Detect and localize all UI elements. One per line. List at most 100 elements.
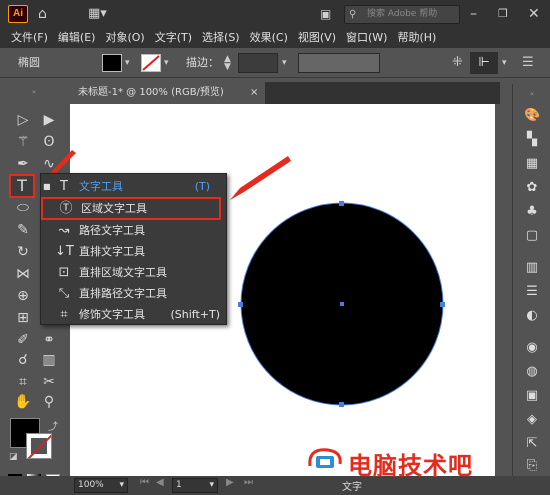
variable-width-profile[interactable] [298, 53, 380, 73]
zoom-value: 100% [78, 480, 104, 490]
help-search-input[interactable]: ⚲ 搜索 Adobe 帮助 [344, 5, 460, 24]
touch-type-shortcut: (Shift+T) [170, 308, 220, 321]
menu-help[interactable]: 帮助(H) [392, 28, 441, 48]
panel-menu-icon[interactable]: ☰ [522, 55, 534, 70]
color-guide-icon[interactable]: ▚ [524, 132, 540, 148]
arrange-documents-icon[interactable]: ▣ [320, 0, 331, 28]
touch-type-icon: ⌗ [60, 307, 68, 322]
gradient-icon[interactable]: ▥ [524, 260, 540, 276]
illustrator-logo: Ai [8, 5, 28, 23]
flyout-item-type-on-path[interactable]: ↝ 路径文字工具 [41, 220, 226, 241]
flyout-item-touch-type[interactable]: ⌗ 修饰文字工具 (Shift+T) [41, 304, 226, 325]
stroke-panel-icon[interactable]: ☰ [524, 284, 540, 300]
toolbar-grip[interactable]: » [2, 88, 66, 96]
page-field[interactable]: 1 ▾ [172, 478, 218, 493]
ellipse-tool-icon[interactable]: ⬭ [12, 198, 34, 218]
stroke-dropdown-icon[interactable]: ▾ [164, 58, 169, 68]
perspective-grid-tool-icon[interactable]: ⊞ [12, 308, 34, 328]
type-on-path-label: 路径文字工具 [79, 224, 145, 237]
stroke-weight-input[interactable] [238, 53, 278, 73]
zoom-field[interactable]: 100% ▾ [74, 478, 128, 493]
close-tab-icon[interactable]: × [250, 82, 258, 104]
menu-object[interactable]: 对象(O) [100, 28, 149, 48]
menu-select[interactable]: 选择(S) [197, 28, 245, 48]
zoom-dropdown-icon[interactable]: ▾ [119, 479, 124, 492]
restore-icon[interactable]: ❐ [498, 0, 508, 28]
close-window-icon[interactable]: ✕ [528, 0, 540, 28]
stroke-color-box[interactable] [26, 433, 52, 459]
menu-view[interactable]: 视图(V) [293, 28, 341, 48]
symbols-icon[interactable]: ♣ [524, 204, 540, 220]
flyout-item-vertical-area-type[interactable]: ⊡ 直排区域文字工具 [41, 262, 226, 283]
column-graph-tool-icon[interactable]: ▥ [38, 350, 60, 370]
graphic-styles-icon[interactable]: ▢ [524, 228, 540, 244]
menu-bar: 文件(F) 编辑(E) 对象(O) 文字(T) 选择(S) 效果(C) 视图(V… [0, 28, 550, 48]
lasso-tool-icon[interactable]: ʘ [38, 132, 60, 152]
minimize-icon[interactable]: – [470, 0, 477, 28]
layers-stack-icon[interactable]: ◍ [524, 364, 540, 380]
first-page-icon[interactable]: ⏮ [140, 477, 149, 488]
vertical-area-type-icon: ⊡ [58, 265, 70, 280]
control-bar: 椭圆 ▾ ▾ 描边： ▲ ▼ ▾ ⁜ ⊩ ▾ ☰ [0, 48, 550, 78]
color-panel-icon[interactable]: 🎨 [524, 108, 540, 124]
last-page-icon[interactable]: ⏭ [244, 477, 253, 488]
transform-icon[interactable]: ⊩ [470, 52, 498, 74]
magic-wand-tool-icon[interactable]: ⚚ [12, 132, 34, 152]
stroke-stepper-icon[interactable]: ▲ ▼ [224, 55, 231, 72]
align-icon[interactable]: ⁜ [452, 55, 463, 70]
zoom-tool-icon[interactable]: ⚲ [38, 392, 60, 412]
dock-grip[interactable]: « [521, 90, 543, 98]
document-tab-bar: 未标题-1* @ 100% (RGB/预览) × [70, 82, 500, 104]
area-type-label: 区域文字工具 [81, 202, 147, 215]
artboards-icon[interactable]: ⎘ [524, 458, 540, 474]
export-icon[interactable]: ⇱ [524, 436, 540, 452]
direct-selection-tool-icon[interactable]: ▶ [38, 110, 60, 130]
eyedropper-tool-icon[interactable]: ✐ [12, 330, 34, 350]
type-tool-label: 文字工具 [79, 180, 123, 193]
symbol-sprayer-tool-icon[interactable]: ☌ [12, 350, 34, 370]
brushes-icon[interactable]: ✿ [524, 180, 540, 196]
fill-dropdown-icon[interactable]: ▾ [125, 58, 130, 68]
transform-dropdown-icon[interactable]: ▾ [502, 58, 507, 68]
flyout-item-type-tool[interactable]: ■ T 文字工具 (T) [41, 176, 226, 197]
menu-type[interactable]: 文字(T) [150, 28, 197, 48]
layers-icon[interactable]: ◈ [524, 412, 540, 428]
curvature-tool-icon[interactable]: ∿ [38, 154, 60, 174]
transform-panel-icon[interactable]: ▣ [524, 388, 540, 404]
stroke-weight-dropdown-icon[interactable]: ▾ [282, 58, 287, 68]
home-icon[interactable]: ⌂ [38, 0, 47, 28]
workspace-layout-icon[interactable]: ▦▾ [88, 0, 107, 28]
rotate-tool-icon[interactable]: ↻ [12, 242, 34, 262]
flyout-item-vertical-type[interactable]: ↓T 直排文字工具 [41, 241, 226, 262]
shape-builder-tool-icon[interactable]: ⊕ [12, 286, 34, 306]
appearance-icon[interactable]: ◉ [524, 340, 540, 356]
swap-colors-icon[interactable]: ⤴ [48, 418, 58, 433]
pen-tool-icon[interactable]: ✒ [12, 154, 34, 174]
page-dropdown-icon[interactable]: ▾ [209, 479, 214, 492]
transparency-icon[interactable]: ◐ [524, 308, 540, 324]
next-page-icon[interactable]: ▶ [226, 477, 234, 488]
document-tab[interactable]: 未标题-1* @ 100% (RGB/预览) × [70, 82, 265, 104]
flyout-item-area-type[interactable]: Ⓣ 区域文字工具 [41, 197, 221, 220]
stroke-swatch[interactable] [141, 54, 161, 72]
artboard-tool-icon[interactable]: ⌗ [12, 372, 34, 392]
anchor-point-top [339, 201, 344, 206]
menu-file[interactable]: 文件(F) [6, 28, 53, 48]
swatches-icon[interactable]: ▦ [524, 156, 540, 172]
flyout-item-vertical-type-on-path[interactable]: ⤡ 直排路径文字工具 [41, 283, 226, 304]
fill-swatch[interactable] [102, 54, 122, 72]
menu-effect[interactable]: 效果(C) [245, 28, 293, 48]
type-tool-icon[interactable]: T [9, 174, 35, 198]
selection-tool-icon[interactable]: ▷ [12, 110, 34, 130]
blend-tool-icon[interactable]: ⚭ [38, 330, 60, 350]
hand-tool-icon[interactable]: ✋ [12, 392, 34, 412]
default-colors-icon[interactable]: ◪ [9, 452, 18, 462]
touch-type-label: 修饰文字工具 [79, 308, 145, 321]
menu-edit[interactable]: 编辑(E) [53, 28, 101, 48]
prev-page-icon[interactable]: ◀ [156, 477, 164, 488]
paintbrush-tool-icon[interactable]: ✎ [12, 220, 34, 240]
slice-tool-icon[interactable]: ✂ [38, 372, 60, 392]
menu-window[interactable]: 窗口(W) [341, 28, 392, 48]
vertical-type-on-path-label: 直排路径文字工具 [79, 287, 167, 300]
width-tool-icon[interactable]: ⋈ [12, 264, 34, 284]
